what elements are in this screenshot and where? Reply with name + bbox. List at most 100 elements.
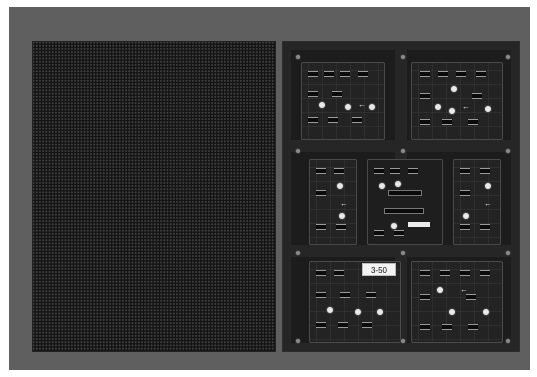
capacitor xyxy=(450,85,458,93)
chip xyxy=(338,322,348,328)
screw xyxy=(505,250,511,256)
arrow-icon: ← xyxy=(484,199,492,208)
capacitor xyxy=(394,180,402,188)
arrow-icon: ← xyxy=(460,285,468,294)
chip xyxy=(390,168,400,174)
arrow-icon: ← xyxy=(340,199,348,208)
screw xyxy=(295,148,301,154)
screw xyxy=(505,54,511,60)
chip xyxy=(308,91,318,97)
chip xyxy=(468,324,478,330)
chip xyxy=(420,324,430,330)
capacitor xyxy=(354,308,362,316)
chip xyxy=(362,322,372,328)
chip xyxy=(466,294,476,300)
chip xyxy=(316,270,326,276)
chip xyxy=(334,270,344,276)
chip xyxy=(460,270,470,276)
component-label xyxy=(408,222,430,227)
chip xyxy=(476,71,486,77)
chip xyxy=(308,117,318,123)
chip xyxy=(460,224,470,230)
chip xyxy=(316,322,326,328)
chip xyxy=(324,71,334,77)
screw xyxy=(400,338,406,344)
screw xyxy=(400,54,406,60)
circuit-board-top-left: ← xyxy=(301,62,385,140)
capacitor xyxy=(326,306,334,314)
screw xyxy=(295,54,301,60)
capacitor xyxy=(484,182,492,190)
chip xyxy=(374,168,384,174)
screw xyxy=(400,148,406,154)
chip xyxy=(480,224,490,230)
product-photo: ← ← ← ← 3-50 ← xyxy=(9,7,530,370)
chip xyxy=(420,93,430,99)
chip xyxy=(332,91,342,97)
circuit-board-middle-left: ← xyxy=(309,159,357,245)
screw xyxy=(295,250,301,256)
capacitor xyxy=(482,308,490,316)
ribbon-connector xyxy=(388,190,422,196)
chip xyxy=(468,119,478,125)
chip xyxy=(460,190,470,196)
capacitor xyxy=(336,182,344,190)
arrow-icon: ← xyxy=(358,100,366,109)
chip xyxy=(420,71,430,77)
chip xyxy=(456,71,466,77)
circuit-board-middle-right: ← xyxy=(453,159,501,245)
screw xyxy=(295,338,301,344)
screw xyxy=(400,250,406,256)
chip xyxy=(336,224,346,230)
capacitor xyxy=(344,103,352,111)
serial-sticker: 3-50 xyxy=(362,263,396,276)
capacitor xyxy=(338,212,346,220)
chip xyxy=(420,270,430,276)
screw xyxy=(505,148,511,154)
chip xyxy=(480,168,490,174)
capacitor xyxy=(448,107,456,115)
chip xyxy=(358,71,368,77)
capacitor xyxy=(436,286,444,294)
chip xyxy=(442,119,452,125)
chip xyxy=(352,117,362,123)
chip xyxy=(394,230,404,236)
chip xyxy=(308,71,318,77)
screw xyxy=(505,338,511,344)
circuit-board-center xyxy=(367,159,443,245)
chip xyxy=(340,292,350,298)
chip xyxy=(480,270,490,276)
frame-rib-left xyxy=(283,42,291,351)
capacitor xyxy=(368,103,376,111)
circuit-board-bottom-right: ← xyxy=(411,261,503,343)
chip xyxy=(328,117,338,123)
capacitor xyxy=(376,308,384,316)
chip xyxy=(460,168,470,174)
arrow-icon: ← xyxy=(462,102,470,111)
frame-rib-right xyxy=(511,42,519,351)
chip xyxy=(420,294,430,300)
capacitor xyxy=(318,101,326,109)
chip xyxy=(316,168,326,174)
chip xyxy=(438,71,448,77)
chip xyxy=(420,119,430,125)
chip xyxy=(334,168,344,174)
chip xyxy=(316,292,326,298)
chip xyxy=(340,71,350,77)
chip xyxy=(440,270,450,276)
capacitor xyxy=(378,182,386,190)
capacitor xyxy=(448,308,456,316)
capacitor xyxy=(390,222,398,230)
chip xyxy=(366,292,376,298)
circuit-board-top-right: ← xyxy=(411,62,503,140)
capacitor xyxy=(434,103,442,111)
capacitor xyxy=(484,105,492,113)
chip xyxy=(442,324,452,330)
chip xyxy=(472,93,482,99)
chip xyxy=(316,190,326,196)
chip xyxy=(316,224,326,230)
capacitor xyxy=(462,212,470,220)
ribbon-connector xyxy=(384,208,424,214)
chip xyxy=(374,230,384,236)
chip xyxy=(408,168,418,174)
